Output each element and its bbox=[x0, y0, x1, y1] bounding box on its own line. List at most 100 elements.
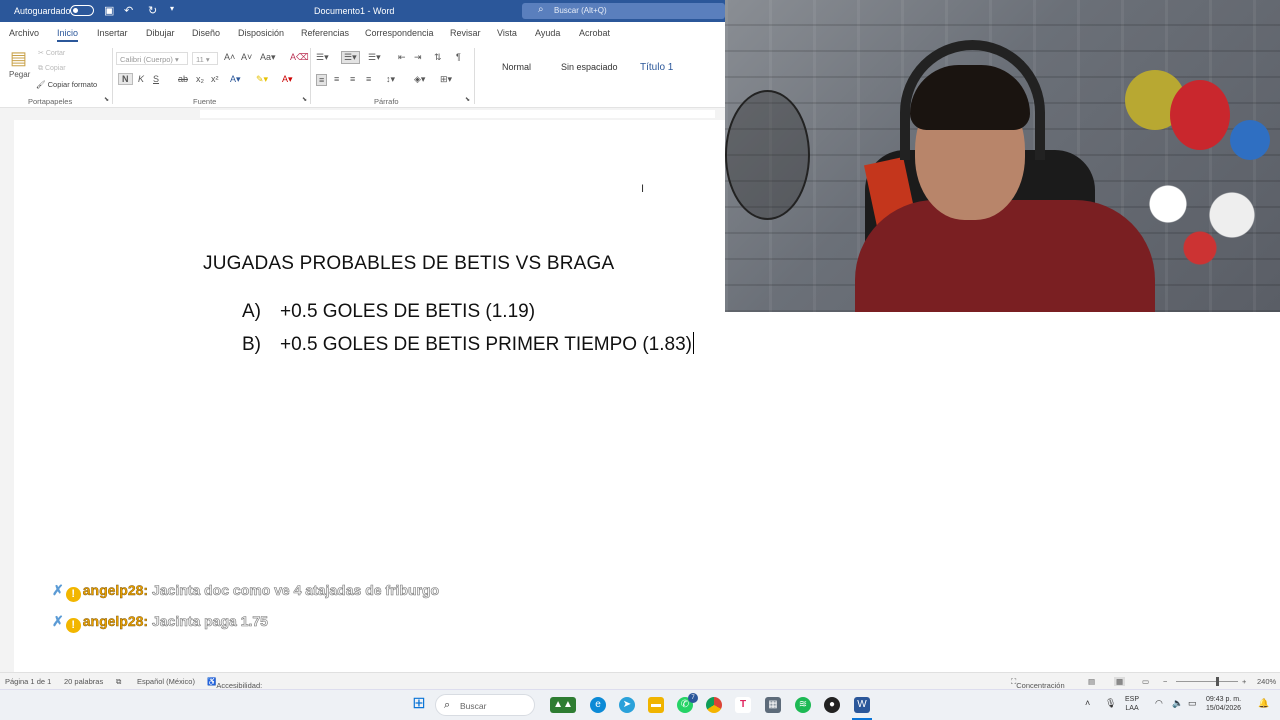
tab-ayuda[interactable]: Ayuda bbox=[535, 28, 560, 38]
proofing-icon[interactable]: ⧉ bbox=[116, 677, 121, 687]
undo-icon[interactable]: ↶ bbox=[124, 4, 133, 17]
align-center-icon[interactable]: ≡ bbox=[334, 74, 339, 84]
paste-button[interactable]: Pegar bbox=[9, 70, 30, 79]
tab-correspondencia[interactable]: Correspondencia bbox=[365, 28, 434, 38]
print-layout-icon[interactable]: ▦ bbox=[1114, 677, 1126, 686]
font-name-value: Calibri (Cuerpo) bbox=[120, 55, 173, 64]
zoom-slider-thumb[interactable] bbox=[1216, 677, 1219, 686]
wifi-icon[interactable]: ◠ bbox=[1155, 699, 1163, 708]
autosave-toggle[interactable] bbox=[70, 5, 94, 16]
tab-diseno[interactable]: Diseño bbox=[192, 28, 220, 38]
paste-icon[interactable]: ▤ bbox=[10, 48, 27, 69]
tab-acrobat[interactable]: Acrobat bbox=[579, 28, 610, 38]
tab-dibujar[interactable]: Dibujar bbox=[146, 28, 175, 38]
clear-formatting-icon[interactable]: A⌫ bbox=[290, 52, 309, 63]
format-painter-button[interactable]: 🖌 Copiar formato bbox=[36, 80, 97, 89]
style-heading-1[interactable]: Título 1 bbox=[640, 62, 673, 73]
zoom-slider[interactable] bbox=[1176, 681, 1238, 682]
grow-font-icon[interactable]: A˄ bbox=[224, 52, 235, 62]
tab-disposicion[interactable]: Disposición bbox=[238, 28, 284, 38]
line-spacing-icon[interactable]: ↕▾ bbox=[386, 74, 395, 85]
tab-vista[interactable]: Vista bbox=[497, 28, 517, 38]
badge-icon: ! bbox=[65, 618, 81, 633]
font-size-select[interactable]: 11 ▾ bbox=[192, 52, 218, 65]
shading-icon[interactable]: ◈▾ bbox=[414, 74, 425, 85]
multilevel-list-icon[interactable]: ☰▾ bbox=[368, 52, 381, 63]
read-mode-icon[interactable]: ▤ bbox=[1088, 677, 1095, 686]
font-color-icon[interactable]: A▾ bbox=[282, 74, 293, 85]
language-status[interactable]: Español (México) bbox=[137, 677, 195, 686]
taskbar-search[interactable]: ⌕ Buscar bbox=[435, 694, 535, 716]
file-explorer-icon[interactable]: ▬ bbox=[648, 697, 664, 713]
list-item[interactable]: B) +0.5 GOLES DE BETIS PRIMER TIEMPO (1.8… bbox=[242, 332, 694, 356]
zoom-level[interactable]: 240% bbox=[1257, 677, 1276, 686]
document-title: Documento1 - Word bbox=[314, 6, 395, 16]
accessibility-status[interactable]: ♿ Accesibilidad: todo correcto bbox=[207, 677, 262, 699]
redo-icon[interactable]: ↻ bbox=[148, 4, 157, 17]
zoom-out-icon[interactable]: − bbox=[1163, 677, 1167, 686]
customize-quick-access-icon[interactable]: ▾ bbox=[170, 4, 174, 13]
word-icon[interactable]: W bbox=[854, 697, 870, 713]
chrome-icon[interactable] bbox=[706, 697, 722, 713]
show-formatting-icon[interactable]: ¶ bbox=[456, 52, 461, 62]
increase-indent-icon[interactable]: ⇥ bbox=[414, 52, 422, 63]
style-no-spacing[interactable]: Sin espaciado bbox=[561, 62, 618, 72]
spotify-icon[interactable]: ≋ bbox=[795, 697, 811, 713]
widgets-icon[interactable]: ▲▲ bbox=[550, 697, 576, 713]
clock[interactable]: 09:43 p. m. 15/04/2026 bbox=[1206, 695, 1241, 713]
copy-button[interactable]: ⧉ Copiar bbox=[38, 65, 66, 73]
numbering-icon[interactable]: ☰▾ bbox=[341, 51, 360, 64]
tab-insertar[interactable]: Insertar bbox=[97, 28, 128, 38]
sort-icon[interactable]: ⇅ bbox=[434, 52, 442, 63]
italic-icon[interactable]: K bbox=[138, 74, 144, 84]
word-count[interactable]: 20 palabras bbox=[64, 677, 103, 686]
cut-button[interactable]: ✂ Cortar bbox=[38, 49, 65, 57]
list-item[interactable]: A) +0.5 GOLES DE BETIS (1.19) bbox=[242, 301, 535, 323]
microphone-icon[interactable]: 🎙 bbox=[1105, 699, 1116, 708]
align-right-icon[interactable]: ≡ bbox=[350, 74, 355, 84]
typora-icon[interactable]: T bbox=[735, 697, 751, 713]
input-language[interactable]: ESP LAA bbox=[1125, 695, 1139, 713]
change-case-icon[interactable]: Aa▾ bbox=[260, 52, 276, 63]
highlight-icon[interactable]: ✎▾ bbox=[256, 74, 268, 85]
tab-referencias[interactable]: Referencias bbox=[301, 28, 349, 38]
tab-revisar[interactable]: Revisar bbox=[450, 28, 481, 38]
web-layout-icon[interactable]: ▭ bbox=[1142, 677, 1149, 686]
clipboard-launcher-icon[interactable]: ⬊ bbox=[104, 96, 109, 103]
underline-icon[interactable]: S bbox=[153, 74, 159, 84]
bold-icon[interactable]: N bbox=[118, 73, 133, 85]
volume-icon[interactable]: 🔈 bbox=[1172, 699, 1183, 708]
calculator-icon[interactable]: ▦ bbox=[765, 697, 781, 713]
zoom-in-icon[interactable]: + bbox=[1242, 677, 1246, 686]
superscript-icon[interactable]: x² bbox=[211, 74, 219, 84]
page-count[interactable]: Página 1 de 1 bbox=[5, 677, 51, 686]
focus-button[interactable]: ⛶ Concentración bbox=[1011, 677, 1065, 690]
search-box[interactable]: ⌕ Buscar (Alt+Q) bbox=[522, 3, 725, 19]
obs-icon[interactable]: ● bbox=[824, 697, 840, 713]
align-left-icon[interactable]: ≡ bbox=[316, 74, 328, 86]
strikethrough-icon[interactable]: ab bbox=[178, 74, 188, 84]
font-name-select[interactable]: Calibri (Cuerpo) ▾ bbox=[116, 52, 188, 65]
text-effects-icon[interactable]: A▾ bbox=[230, 74, 241, 85]
horizontal-ruler[interactable] bbox=[0, 108, 725, 120]
vertical-ruler[interactable] bbox=[0, 120, 14, 672]
font-launcher-icon[interactable]: ⬊ bbox=[302, 96, 307, 103]
paragraph-launcher-icon[interactable]: ⬊ bbox=[465, 96, 470, 103]
bullets-icon[interactable]: ☰▾ bbox=[316, 52, 329, 63]
tab-archivo[interactable]: Archivo bbox=[9, 28, 39, 38]
tray-chevron-icon[interactable]: ˄ bbox=[1085, 699, 1090, 708]
save-icon[interactable]: ▣ bbox=[104, 4, 114, 17]
decrease-indent-icon[interactable]: ⇤ bbox=[398, 52, 406, 63]
battery-icon[interactable]: ▭ bbox=[1188, 699, 1197, 708]
document-heading[interactable]: JUGADAS PROBABLES DE BETIS VS BRAGA bbox=[203, 253, 614, 275]
telegram-icon[interactable]: ➤ bbox=[619, 697, 635, 713]
tab-inicio[interactable]: Inicio bbox=[57, 28, 79, 42]
notifications-icon[interactable]: 🔔 bbox=[1258, 699, 1269, 708]
edge-icon[interactable]: e bbox=[590, 697, 606, 713]
windows-start-icon[interactable]: ⊞ bbox=[411, 696, 427, 713]
shrink-font-icon[interactable]: A˅ bbox=[241, 52, 252, 62]
justify-icon[interactable]: ≡ bbox=[366, 74, 371, 84]
style-normal[interactable]: Normal bbox=[502, 62, 531, 72]
subscript-icon[interactable]: x₂ bbox=[196, 74, 204, 84]
borders-icon[interactable]: ⊞▾ bbox=[440, 74, 452, 85]
